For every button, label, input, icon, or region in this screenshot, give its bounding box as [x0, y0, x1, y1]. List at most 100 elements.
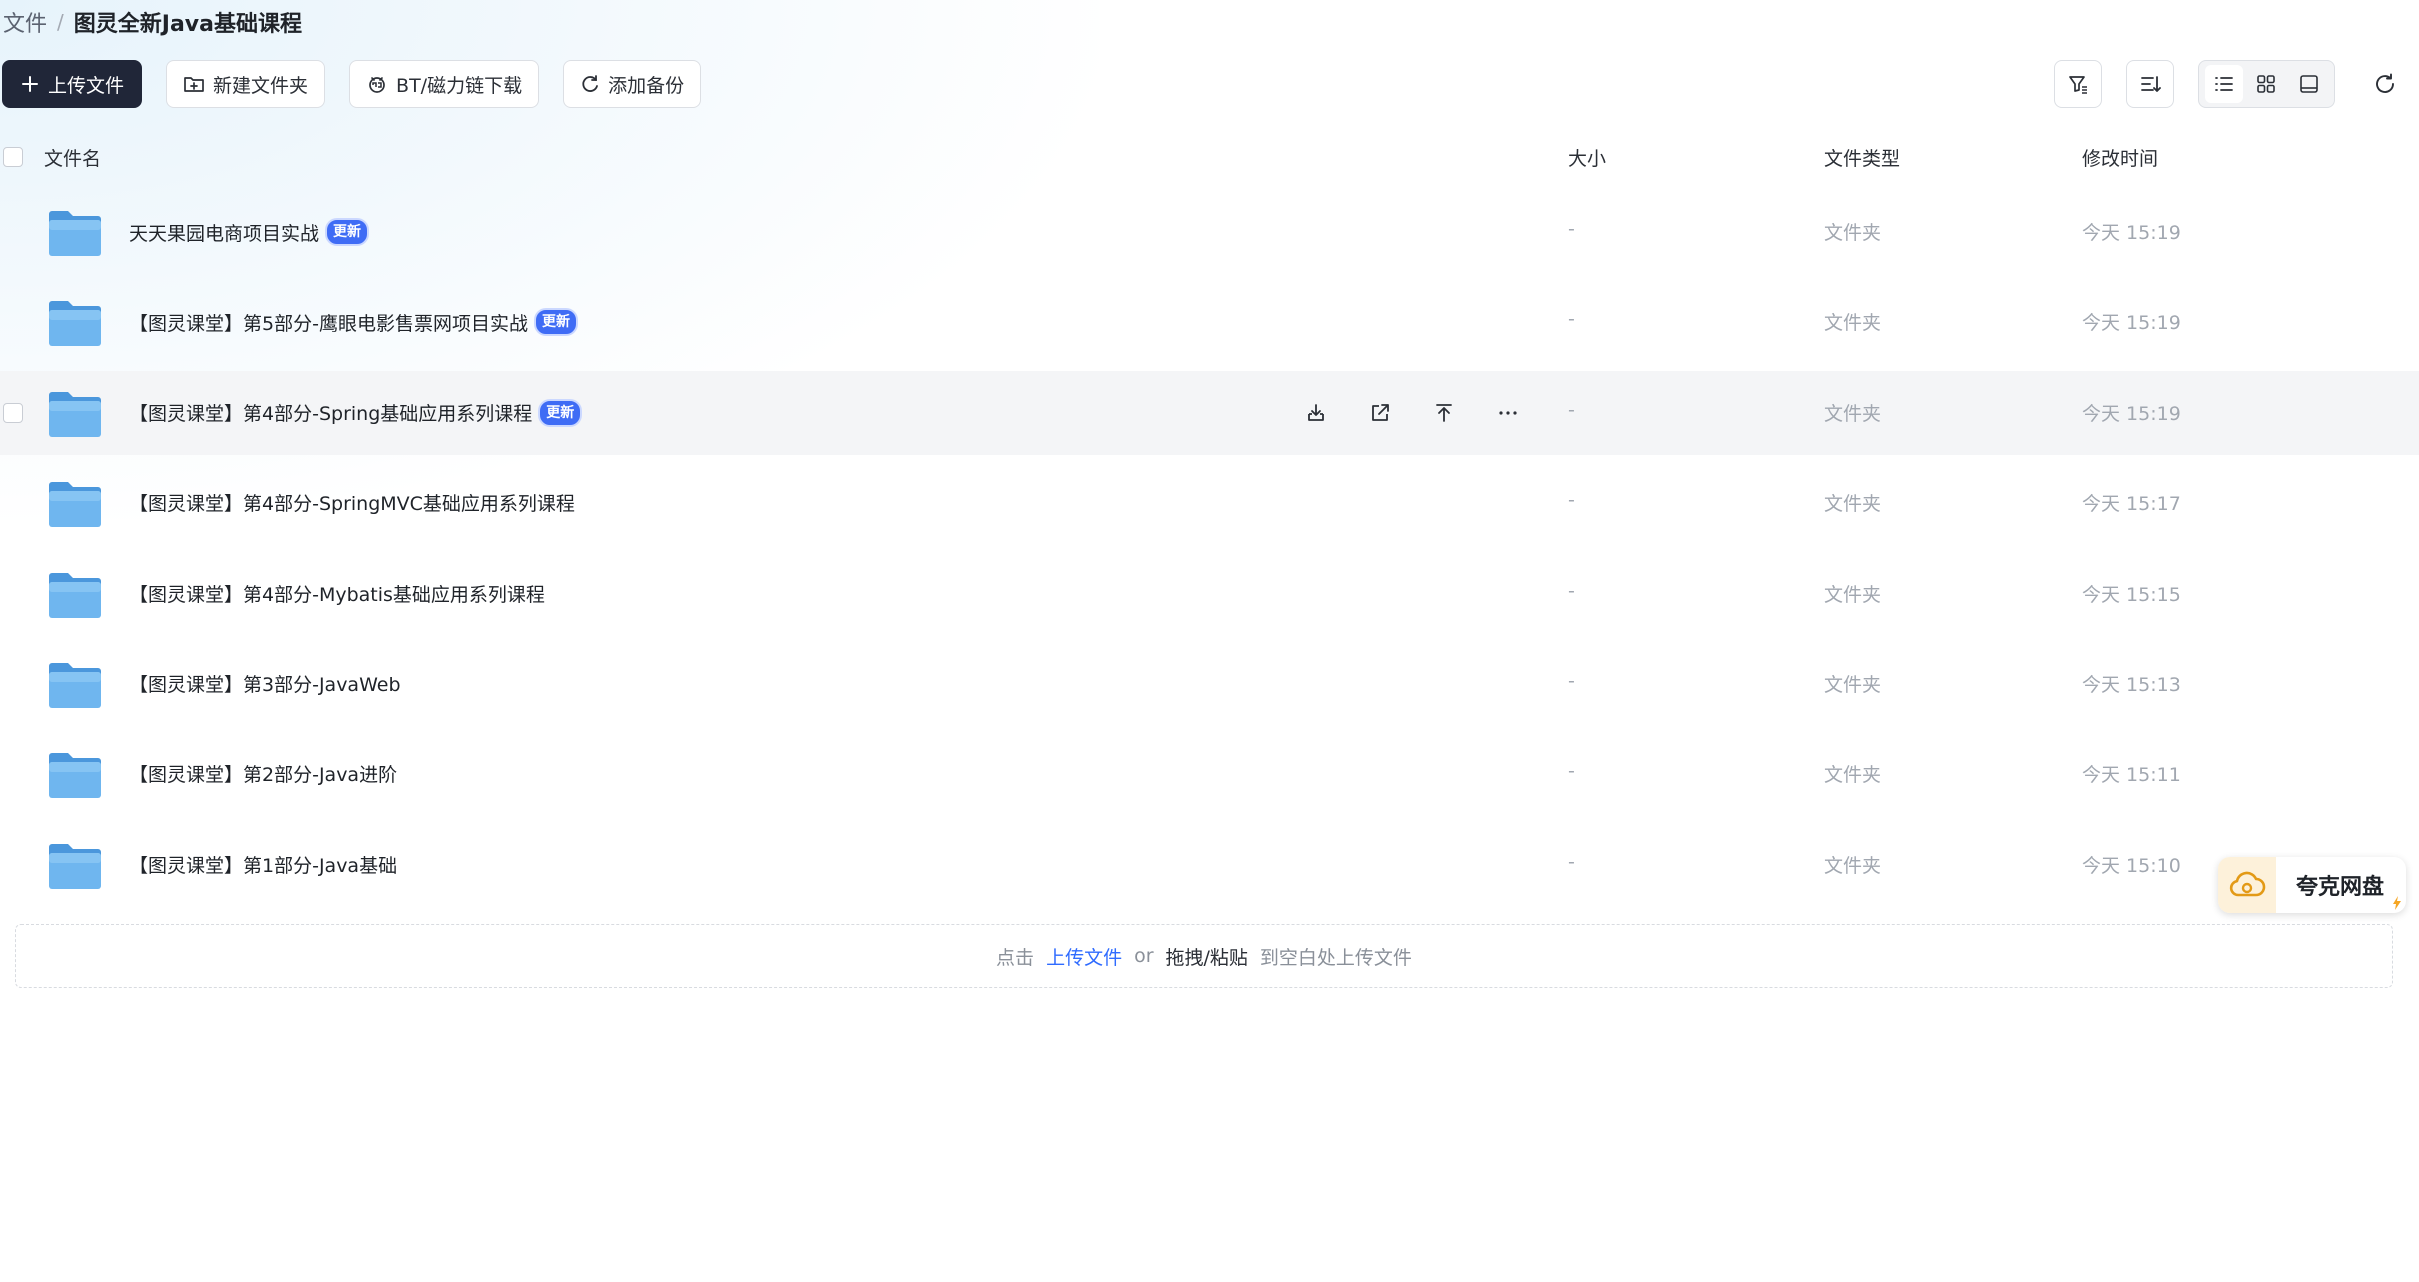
table-header: 文件名 大小 文件类型 修改时间 — [0, 140, 2419, 174]
more-icon — [1499, 411, 1517, 415]
file-size: - — [1568, 760, 1575, 783]
file-modified-time: 今天 15:19 — [2082, 402, 2181, 425]
file-type: 文件夹 — [1824, 674, 1882, 696]
row-actions — [1296, 393, 1528, 433]
table-row[interactable]: 【图灵课堂】第5部分-鹰眼电影售票网项目实战 更新 - 文件夹 今天 15:19 — [0, 280, 2419, 364]
file-type: 文件夹 — [1824, 764, 1882, 787]
quark-drive-widget[interactable]: 夸克网盘 — [2218, 857, 2406, 913]
bt-download-button[interactable]: BT/磁力链下载 — [349, 60, 540, 108]
toolbar-right — [2054, 60, 2174, 108]
file-name-text: 天天果园电商项目实战 — [129, 222, 320, 245]
table-row[interactable]: 【图灵课堂】第4部分-SpringMVC基础应用系列课程 - 文件夹 今天 15:17 — [0, 461, 2419, 545]
file-name[interactable]: 【图灵课堂】第2部分-Java进阶 — [129, 760, 397, 787]
table-row[interactable]: 【图灵课堂】第4部分-Spring基础应用系列课程 更新 - 文件夹 今天 15:19 — [0, 370, 2419, 455]
row-checkbox[interactable] — [3, 402, 23, 423]
filter-icon — [2069, 76, 2087, 94]
breadcrumb-root[interactable]: 文件 — [3, 6, 47, 38]
column-type-header[interactable]: 文件类型 — [1824, 144, 1900, 171]
breadcrumb: 文件 / 图灵全新Java基础课程 — [3, 7, 302, 37]
file-name[interactable]: 【图灵课堂】第4部分-Mybatis基础应用系列课程 — [129, 580, 545, 607]
preview-view-button[interactable] — [2290, 65, 2328, 103]
table-row[interactable]: 【图灵课堂】第3部分-JavaWeb - 文件夹 今天 15:13 — [0, 642, 2419, 726]
list-view-button[interactable] — [2205, 65, 2244, 103]
file-name[interactable]: 【图灵课堂】第4部分-SpringMVC基础应用系列课程 — [129, 489, 575, 516]
table-row[interactable]: 【图灵课堂】第4部分-Mybatis基础应用系列课程 - 文件夹 今天 15:15 — [0, 552, 2419, 636]
table-row[interactable]: 【图灵课堂】第2部分-Java进阶 - 文件夹 今天 15:11 — [0, 732, 2419, 816]
file-size: - — [1568, 308, 1575, 331]
folder-icon — [47, 387, 103, 439]
file-size: - — [1568, 579, 1575, 602]
bt-download-button-label: BT/磁力链下载 — [396, 74, 523, 97]
download-icon — [1308, 403, 1324, 421]
filter-button[interactable] — [2054, 60, 2102, 108]
file-name[interactable]: 【图灵课堂】第3部分-JavaWeb — [129, 670, 401, 697]
update-badge: 更新 — [533, 308, 578, 337]
list-view-icon — [2215, 77, 2234, 91]
column-name-header[interactable]: 文件名 — [44, 144, 101, 171]
sort-button[interactable] — [2126, 60, 2174, 108]
file-name[interactable]: 【图灵课堂】第1部分-Java基础 — [129, 851, 397, 878]
download-button[interactable] — [1296, 393, 1336, 433]
file-modified-time: 今天 15:13 — [2082, 674, 2181, 696]
file-type: 文件夹 — [1824, 402, 1882, 425]
file-name-text: 【图灵课堂】第1部分-Java基础 — [129, 854, 398, 877]
file-size: - — [1568, 850, 1575, 873]
file-modified-time: 今天 15:15 — [2082, 583, 2181, 606]
dropzone-tail-text: 到空白处上传文件 — [1259, 946, 1412, 969]
file-size: - — [1568, 670, 1575, 692]
quark-widget-label: 夸克网盘 — [2296, 875, 2385, 900]
dropzone-click-text: 点击 — [996, 946, 1035, 969]
new-folder-button-label: 新建文件夹 — [213, 74, 309, 97]
plus-icon — [22, 76, 38, 92]
file-type: 文件夹 — [1824, 493, 1882, 516]
file-name[interactable]: 【图灵课堂】第5部分-鹰眼电影售票网项目实战 更新 — [129, 308, 578, 337]
magnet-icon — [369, 77, 385, 93]
breadcrumb-current: 图灵全新Java基础课程 — [73, 12, 302, 37]
upload-button[interactable]: 上传文件 — [2, 60, 143, 108]
file-name-text: 【图灵课堂】第5部分-鹰眼电影售票网项目实战 — [129, 312, 528, 335]
file-type: 文件夹 — [1824, 583, 1882, 606]
table-row[interactable]: 天天果园电商项目实战 更新 - 文件夹 今天 15:19 — [0, 190, 2419, 274]
file-type: 文件夹 — [1824, 312, 1882, 335]
update-badge: 更新 — [325, 218, 370, 246]
file-name-text: 【图灵课堂】第4部分-SpringMVC基础应用系列课程 — [129, 493, 575, 516]
grid-view-icon — [2257, 75, 2276, 93]
column-size-header[interactable]: 大小 — [1568, 144, 1606, 171]
new-folder-button[interactable]: 新建文件夹 — [166, 60, 326, 108]
file-browser-page: 文件 / 图灵全新Java基础课程 上传文件 新建文件夹 BT/磁力链下载 添加… — [0, 0, 2419, 1282]
folder-icon — [47, 477, 103, 529]
share-button[interactable] — [1360, 393, 1400, 433]
dropzone-upload-link[interactable]: 上传文件 — [1046, 943, 1122, 970]
grid-view-button[interactable] — [2247, 65, 2285, 103]
upload-dropzone[interactable]: 点击 上传文件 or 拖拽/粘贴 到空白处上传文件 — [15, 924, 2393, 988]
move-up-icon — [1436, 403, 1452, 422]
dropzone-or-text: or — [1134, 945, 1154, 967]
more-button[interactable] — [1488, 393, 1528, 433]
move-up-button[interactable] — [1424, 393, 1464, 433]
file-modified-time: 今天 15:10 — [2082, 854, 2181, 877]
file-size: - — [1568, 398, 1575, 421]
column-modified-header[interactable]: 修改时间 — [2082, 144, 2158, 171]
dropzone-drag-paste-text: 拖拽/粘贴 — [1165, 946, 1248, 969]
file-modified-time: 今天 15:11 — [2082, 764, 2181, 787]
refresh-button[interactable] — [2361, 60, 2409, 108]
file-name-text: 【图灵课堂】第3部分-JavaWeb — [129, 674, 401, 696]
file-name-text: 【图灵课堂】第4部分-Spring基础应用系列课程 — [129, 403, 533, 426]
cloud-icon — [2229, 871, 2266, 897]
select-all-checkbox[interactable] — [3, 147, 23, 167]
file-name[interactable]: 天天果园电商项目实战 更新 — [129, 218, 370, 246]
table-row[interactable]: 【图灵课堂】第1部分-Java基础 - 文件夹 今天 15:10 — [0, 823, 2419, 907]
file-modified-time: 今天 15:19 — [2082, 312, 2181, 335]
update-badge: 更新 — [538, 398, 583, 427]
file-size: - — [1568, 218, 1575, 240]
file-name[interactable]: 【图灵课堂】第4部分-Spring基础应用系列课程 更新 — [129, 398, 583, 427]
file-modified-time: 今天 15:19 — [2082, 222, 2181, 244]
add-backup-button[interactable]: 添加备份 — [563, 60, 702, 108]
upload-button-label: 上传文件 — [48, 74, 125, 97]
preview-view-icon — [2300, 75, 2318, 93]
folder-plus-icon — [184, 77, 204, 92]
toolbar-left: 上传文件 新建文件夹 BT/磁力链下载 添加备份 — [2, 60, 702, 108]
folder-icon — [47, 839, 103, 891]
folder-icon — [47, 658, 103, 710]
refresh-icon — [2376, 73, 2394, 93]
